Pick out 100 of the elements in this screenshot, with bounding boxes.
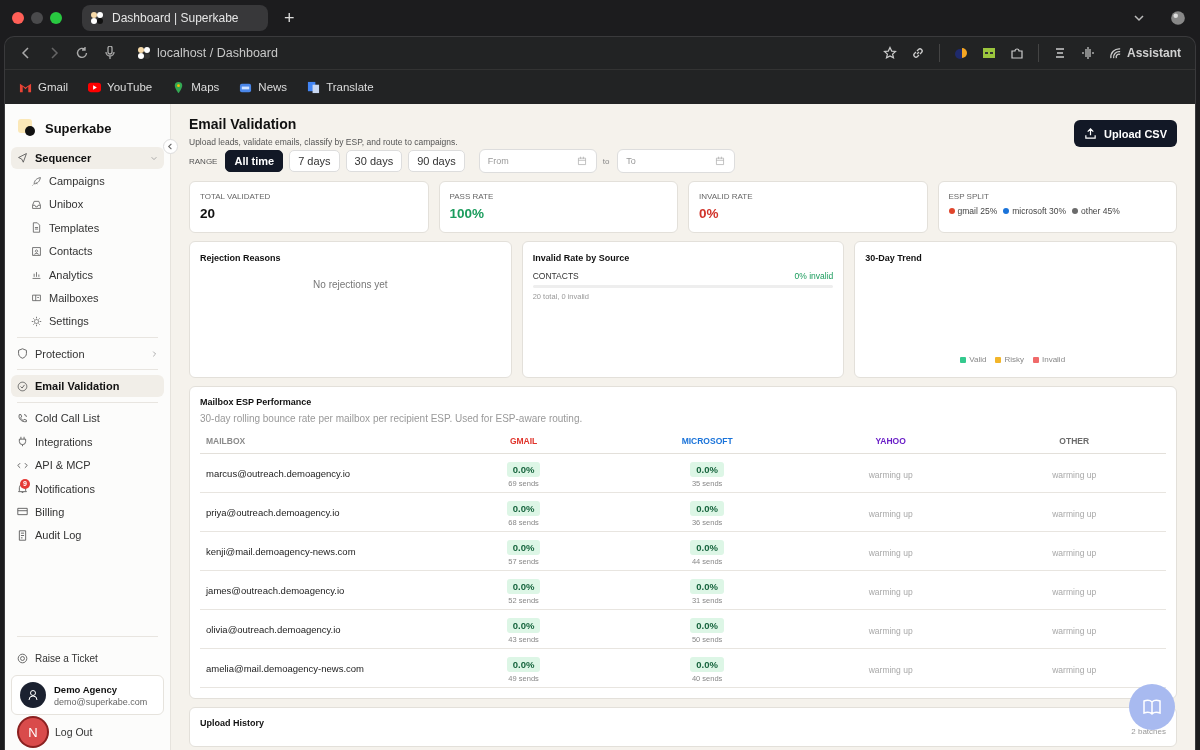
warming-status: warming up — [868, 626, 913, 636]
bounce-rate-badge: 0.0% — [506, 656, 541, 672]
bookmark-link[interactable]: News — [239, 80, 288, 94]
stat-label: ESP SPLIT — [948, 192, 990, 201]
profile-icon[interactable] — [1170, 10, 1186, 26]
book-icon — [1142, 697, 1162, 717]
inbox-icon — [31, 198, 42, 210]
nav-item[interactable]: Email Validation — [11, 375, 164, 398]
stat-value: 100% — [449, 206, 486, 221]
bookmark-star-icon[interactable] — [882, 46, 897, 60]
empty-message: No rejections yet — [313, 279, 388, 290]
dev-indicator-button[interactable]: N — [19, 718, 47, 746]
nav-item[interactable]: Billing — [11, 500, 164, 523]
from-date-field[interactable]: From — [478, 149, 597, 173]
nav-item[interactable]: Protection — [11, 342, 164, 365]
nav-item[interactable]: Cold Call List — [11, 407, 164, 430]
account-name: Demo Agency — [54, 683, 118, 695]
bounce-rate-badge: 0.0% — [506, 617, 541, 633]
bounce-rate-badge: 0.0% — [690, 500, 724, 516]
paper-plane-icon — [17, 152, 28, 164]
assistant-button[interactable]: Assistant — [1108, 46, 1181, 60]
nav-item[interactable]: Analytics — [11, 263, 164, 286]
nav-item[interactable]: Contacts — [11, 240, 164, 263]
stat-label: TOTAL VALIDATED — [200, 192, 272, 201]
column-header: GMAIL — [509, 436, 538, 446]
translate-icon — [307, 80, 321, 94]
nav-item[interactable]: Audit Log — [11, 524, 164, 547]
microphone-icon[interactable] — [103, 46, 117, 60]
arcs-icon — [1108, 46, 1122, 60]
settings-icon — [31, 315, 42, 327]
nav-item[interactable]: Templates — [11, 216, 164, 239]
raise-ticket-link[interactable]: Raise a Ticket — [11, 647, 164, 669]
bar-chart-icon — [31, 269, 42, 281]
stat-label: INVALID RATE — [699, 192, 754, 201]
phone-icon — [17, 412, 28, 424]
bounce-rate-badge: 0.0% — [506, 578, 541, 594]
waveform-icon[interactable] — [1080, 46, 1095, 60]
column-header: OTHER — [1059, 436, 1090, 446]
bookmark-link[interactable]: Gmail — [19, 80, 69, 94]
source-rate: 0% invalid — [794, 271, 834, 281]
logout-link[interactable]: Log Out — [55, 726, 93, 738]
legend-label: Invalid — [1041, 355, 1066, 364]
warming-status: warming up — [868, 548, 913, 558]
nav-item[interactable]: Unibox — [11, 193, 164, 216]
bell-icon — [17, 483, 28, 495]
warming-status: warming up — [1052, 626, 1097, 636]
bounce-rate-badge: 0.0% — [690, 656, 724, 672]
range-button[interactable]: All time — [225, 150, 284, 172]
nav-item[interactable]: Sequencer — [11, 146, 164, 169]
warming-status: warming up — [1052, 548, 1097, 558]
collapse-sidebar-button[interactable] — [163, 139, 178, 154]
nav-item[interactable]: Mailboxes — [11, 286, 164, 309]
contact-card-icon — [31, 245, 42, 257]
avatar-icon — [20, 682, 46, 708]
card-title: Mailbox ESP Performance — [200, 397, 313, 407]
maximize-window-button[interactable] — [50, 12, 62, 24]
page-title: Email Validation — [189, 116, 298, 132]
page-subtitle: Upload leads, validate emails, classify by ESP, and route to campaigns. — [189, 137, 458, 147]
new-tab-button[interactable]: + — [284, 7, 295, 29]
warming-status: warming up — [868, 470, 913, 480]
range-button[interactable]: 7 days — [289, 150, 340, 172]
tab-title: Dashboard | Superkabe — [112, 11, 239, 25]
nav-item[interactable]: Settings — [11, 310, 164, 333]
bounce-rate-badge: 0.0% — [690, 617, 724, 633]
bookmark-link[interactable]: Translate — [307, 80, 374, 94]
range-button[interactable]: 90 days — [408, 150, 465, 172]
reload-icon[interactable] — [75, 46, 89, 60]
warming-status: warming up — [1052, 587, 1097, 597]
extension-icon[interactable] — [953, 46, 968, 60]
bookmark-link[interactable]: YouTube — [88, 80, 153, 94]
card-title: Upload History — [200, 718, 264, 728]
range-button[interactable]: 30 days — [345, 150, 403, 172]
warming-status: warming up — [1052, 665, 1097, 675]
glasses-extension-icon[interactable] — [981, 46, 996, 60]
batch-count: 2 batches — [1131, 727, 1166, 736]
bounce-rate-badge: 0.0% — [690, 539, 724, 555]
account-card[interactable]: Demo Agency demo@superkabe.com — [11, 675, 164, 715]
to-date-field[interactable]: To — [617, 149, 736, 173]
nav-item[interactable]: API & MCP — [11, 454, 164, 477]
brand-name: Superkabe — [45, 120, 112, 136]
link-icon[interactable] — [910, 46, 925, 60]
card-title: Rejection Reasons — [200, 253, 282, 263]
nav-item[interactable]: Campaigns — [11, 170, 164, 193]
legend-label: gmail 25% — [957, 206, 998, 216]
range-label: RANGE — [189, 156, 218, 166]
bookmark-link[interactable]: Maps — [172, 80, 220, 94]
address-bar[interactable]: localhost / Dashboard — [157, 46, 278, 60]
mailbox-icon — [31, 292, 42, 304]
legend-label: Risky — [1004, 355, 1024, 364]
bounce-rate-badge: 0.0% — [506, 461, 541, 477]
nav-item[interactable]: Integrations — [11, 430, 164, 453]
document-icon — [31, 222, 42, 234]
mailbox-address: james@outreach.demoagency.io — [206, 584, 345, 596]
close-window-button[interactable] — [12, 12, 24, 24]
warming-status: warming up — [868, 509, 913, 519]
upload-csv-button[interactable]: Upload CSV — [1074, 120, 1177, 147]
browser-tab[interactable]: Dashboard | Superkabe — [82, 5, 268, 31]
source-name: CONTACTS — [532, 271, 579, 281]
lifebuoy-icon — [17, 652, 28, 664]
video-play-icon — [88, 80, 102, 94]
